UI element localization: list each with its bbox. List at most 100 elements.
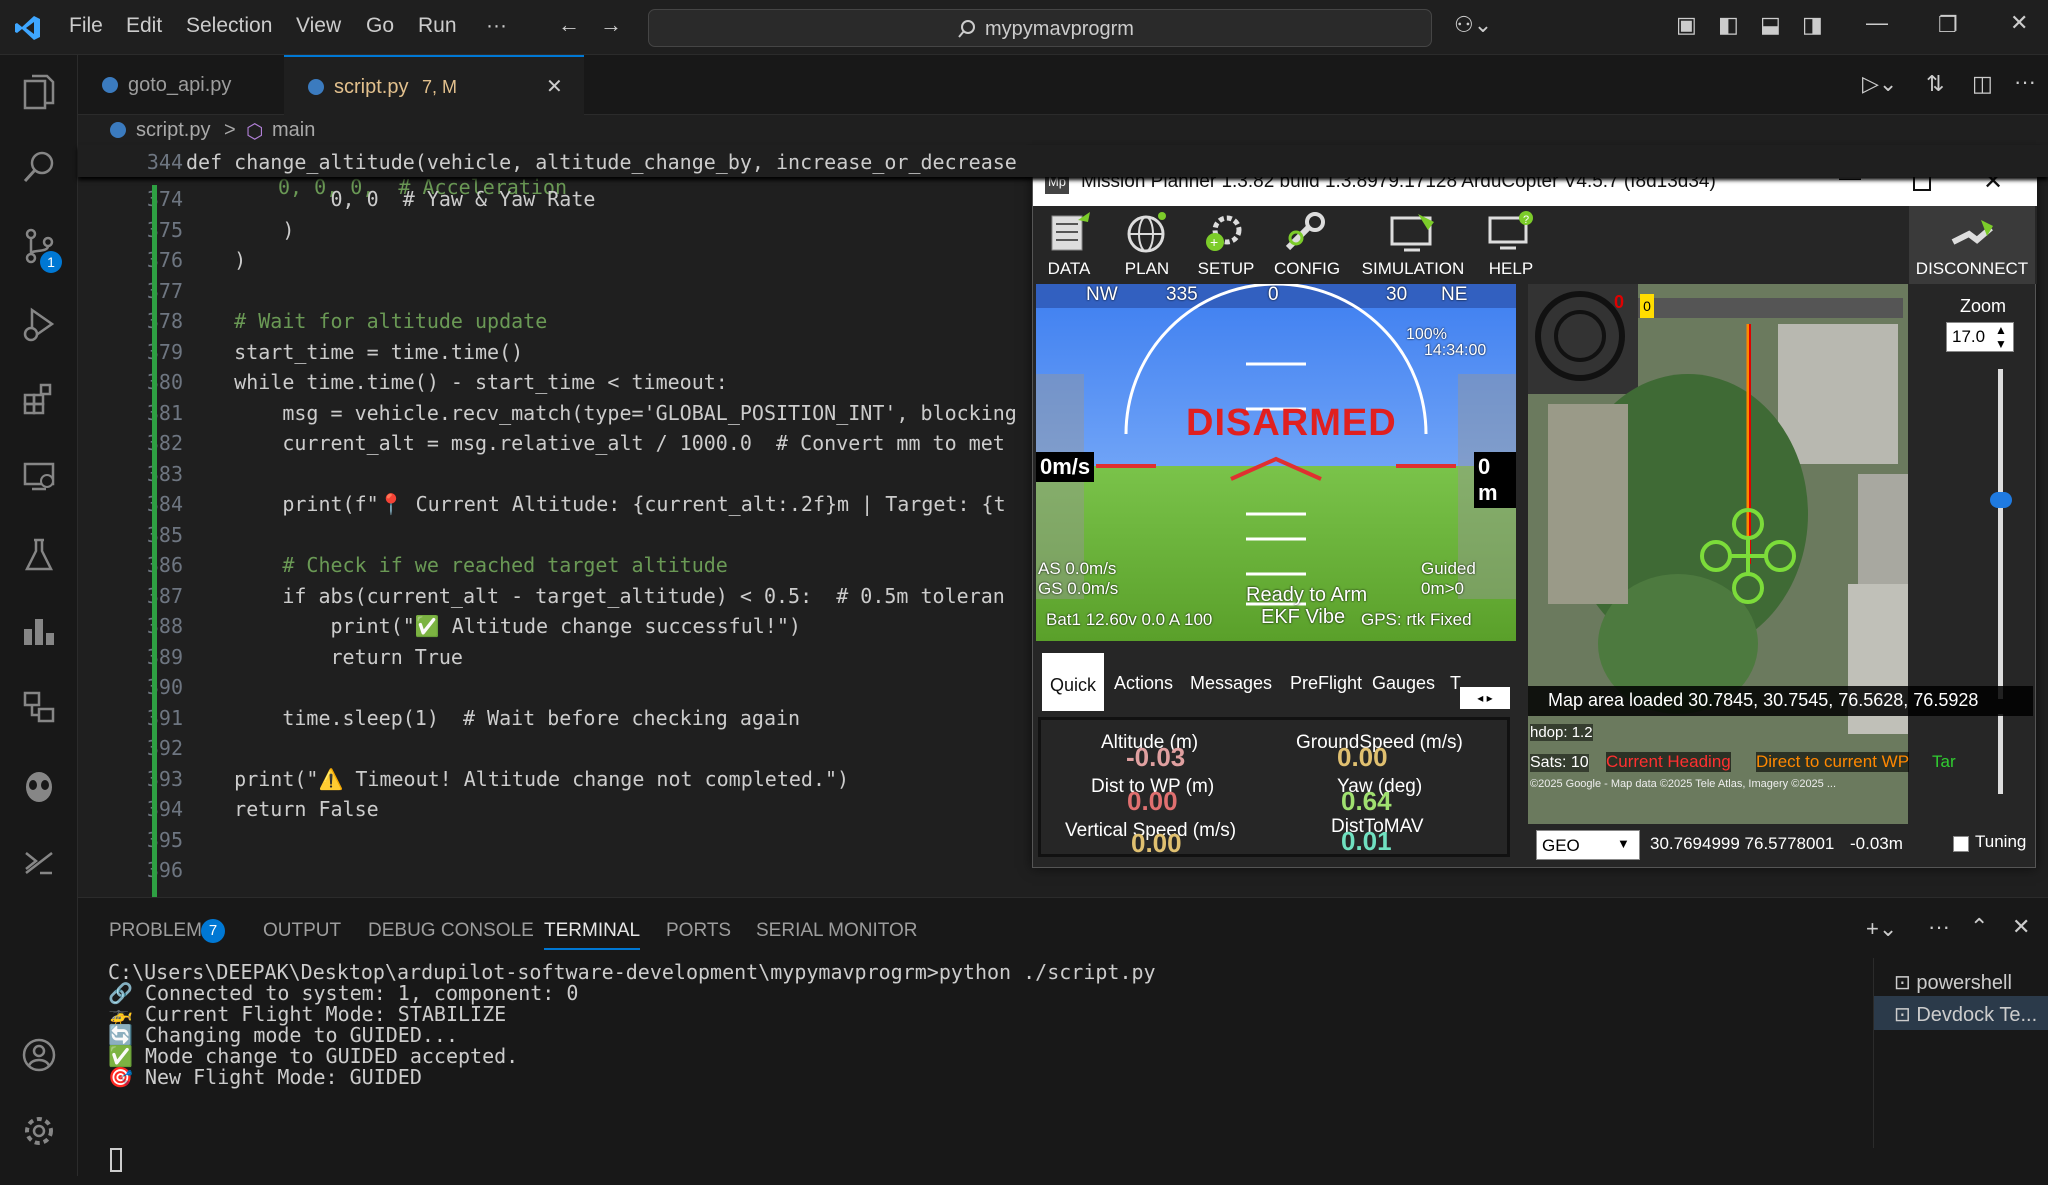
maximize-panel-icon[interactable]: ⌃: [1970, 914, 1988, 940]
line-number: 380: [146, 370, 183, 394]
code-line: while time.time() - start_time < timeout…: [186, 370, 728, 394]
satellite-map[interactable]: 0 0 Zoom 17.0 ▲ ▼ Map area loaded 30.7845…: [1528, 284, 2033, 824]
terminal-list: ⊡ powershell ⊡ Devdock Te...: [1873, 958, 2048, 1148]
platformio-icon[interactable]: [20, 690, 58, 728]
hud-gps: GPS: rtk Fixed: [1361, 610, 1472, 629]
terminal-item-devdock[interactable]: ⊡ Devdock Te...: [1894, 1002, 2037, 1027]
tuning-checkbox[interactable]: [1953, 836, 1969, 852]
map-top-slider-thumb[interactable]: 0: [1640, 294, 1654, 318]
code-line: # Check if we reached target altitude: [186, 553, 728, 577]
extensions-icon[interactable]: [20, 382, 58, 420]
tab-serial-monitor[interactable]: SERIAL MONITOR: [756, 920, 918, 942]
mp-tab-quick[interactable]: Quick: [1042, 653, 1105, 711]
breadcrumb-file[interactable]: script.py: [136, 119, 210, 142]
sticky-scroll[interactable]: 344 def change_altitude(vehicle, altitud…: [78, 145, 2048, 177]
restore-icon[interactable]: ❐: [1938, 12, 1958, 38]
quick-value: 0.00: [1337, 742, 1388, 772]
mp-plan-button[interactable]: PLAN: [1115, 206, 1179, 284]
customize-layout-icon[interactable]: ▣: [1676, 12, 1697, 38]
alien-extension-icon[interactable]: [20, 767, 58, 805]
tab-debug-console[interactable]: DEBUG CONSOLE: [368, 920, 534, 942]
mp-tab-preflight[interactable]: PreFlight: [1290, 673, 1362, 694]
tab-label: script.py: [334, 76, 409, 98]
line-number: 376: [146, 248, 183, 272]
split-editor-icon[interactable]: ◫: [1972, 71, 1993, 97]
close-panel-icon[interactable]: ✕: [2012, 914, 2030, 940]
tuning-label: Tuning: [1975, 832, 2027, 851]
mp-tab-messages[interactable]: Messages: [1190, 673, 1272, 694]
code-line: time.sleep(1) # Wait before checking aga…: [186, 705, 801, 730]
panel-more-icon[interactable]: ···: [1928, 914, 1950, 940]
menu-more[interactable]: ···: [486, 14, 507, 38]
git-modified-gutter: [152, 185, 157, 897]
line-number: 389: [146, 644, 183, 669]
map-hdop: hdop: 1.2: [1530, 724, 1593, 741]
hud-display[interactable]: NW 335 0 30 NE 100% 14:34:00 DISARMED 0m…: [1036, 284, 1516, 641]
menu-edit[interactable]: Edit: [126, 14, 162, 38]
svg-text:?: ?: [1523, 214, 1529, 226]
close-tab-icon[interactable]: ✕: [546, 57, 563, 117]
tab-goto-api[interactable]: goto_api.py: [78, 55, 282, 115]
search-icon: [958, 20, 975, 38]
mp-tab-gauges[interactable]: Gauges: [1372, 673, 1435, 694]
zoom-spinner-icon[interactable]: ▲ ▼: [1995, 323, 2007, 351]
mp-config-button[interactable]: CONFIG: [1271, 206, 1343, 284]
tab-ports[interactable]: PORTS: [666, 920, 731, 942]
coord-mode-select[interactable]: GEO ▼: [1536, 830, 1640, 860]
copilot-icon[interactable]: ⚇⌄: [1454, 12, 1492, 38]
explorer-icon[interactable]: [20, 73, 58, 111]
zoom-slider-track[interactable]: [1998, 369, 2003, 699]
settings-gear-icon[interactable]: [20, 1113, 58, 1151]
forward-arrow-icon[interactable]: →: [600, 12, 622, 38]
accounts-icon[interactable]: [20, 1037, 58, 1075]
mp-disconnect-button[interactable]: DISCONNECT: [1909, 206, 2035, 284]
python-file-icon: [102, 77, 118, 93]
command-center-search[interactable]: mypymavprogrm: [648, 9, 1432, 47]
testing-icon[interactable]: [20, 536, 58, 574]
new-terminal-icon[interactable]: +⌄: [1866, 916, 1897, 942]
run-debug-icon[interactable]: [20, 305, 58, 343]
mp-quick-panel: Altitude (m) -0.03 GroundSpeed (m/s) 0.0…: [1038, 717, 1510, 858]
mp-simulation-button[interactable]: SIMULATION: [1357, 206, 1469, 284]
line-number: 388: [146, 614, 183, 638]
mp-tab-actions[interactable]: Actions: [1114, 673, 1173, 694]
terminal-item-powershell[interactable]: ⊡ powershell: [1894, 970, 2012, 995]
search-icon[interactable]: [20, 150, 58, 188]
menu-file[interactable]: File: [69, 14, 103, 38]
mp-tab-scroll-arrows[interactable]: ◂ ▸: [1460, 687, 1510, 709]
legend-direct-wp: Direct to current WP: [1756, 752, 1910, 772]
terminal-name: powershell: [1916, 972, 2012, 994]
terminal-commands-icon[interactable]: [20, 845, 58, 883]
menu-view[interactable]: View: [296, 14, 341, 38]
zoom-input[interactable]: 17.0 ▲ ▼: [1946, 322, 2014, 352]
mp-setup-button[interactable]: + SETUP: [1193, 206, 1259, 284]
run-file-icon[interactable]: ▷⌄: [1862, 71, 1897, 97]
vscode-logo-icon[interactable]: [14, 14, 42, 42]
more-actions-icon[interactable]: ···: [2014, 69, 2036, 95]
menu-run[interactable]: Run: [418, 14, 457, 38]
remote-explorer-icon[interactable]: [20, 459, 58, 497]
menu-go[interactable]: Go: [366, 14, 394, 38]
minimize-icon[interactable]: —: [1866, 10, 1888, 36]
zoom-slider-thumb[interactable]: [1990, 492, 2012, 508]
compare-changes-icon[interactable]: ⇅: [1926, 71, 1944, 97]
code-line: if abs(current_alt - target_altitude) < …: [186, 583, 1005, 608]
tab-script[interactable]: script.py 7, M ✕: [284, 55, 584, 115]
svg-text:+: +: [1210, 234, 1218, 250]
back-arrow-icon[interactable]: ←: [558, 12, 580, 38]
mp-help-button[interactable]: ? HELP: [1479, 206, 1543, 284]
map-top-slider-track[interactable]: [1638, 298, 1903, 318]
tab-terminal[interactable]: TERMINAL: [544, 920, 641, 950]
toggle-panel-icon[interactable]: ⬓: [1760, 12, 1781, 38]
breadcrumb-symbol[interactable]: main: [272, 119, 315, 142]
charts-icon[interactable]: [20, 613, 58, 651]
toggle-secondary-sidebar-icon[interactable]: ◨: [1802, 12, 1823, 38]
tab-output[interactable]: OUTPUT: [263, 920, 341, 942]
line-number: 390: [146, 675, 183, 699]
mp-data-button[interactable]: DATA: [1037, 206, 1101, 284]
close-window-icon[interactable]: ✕: [2010, 10, 2028, 36]
map-coords: 30.7694999 76.5778001: [1650, 834, 1835, 853]
tab-problems[interactable]: PROBLEMS: [109, 920, 215, 942]
menu-selection[interactable]: Selection: [186, 14, 272, 38]
toggle-sidebar-icon[interactable]: ◧: [1718, 12, 1739, 38]
